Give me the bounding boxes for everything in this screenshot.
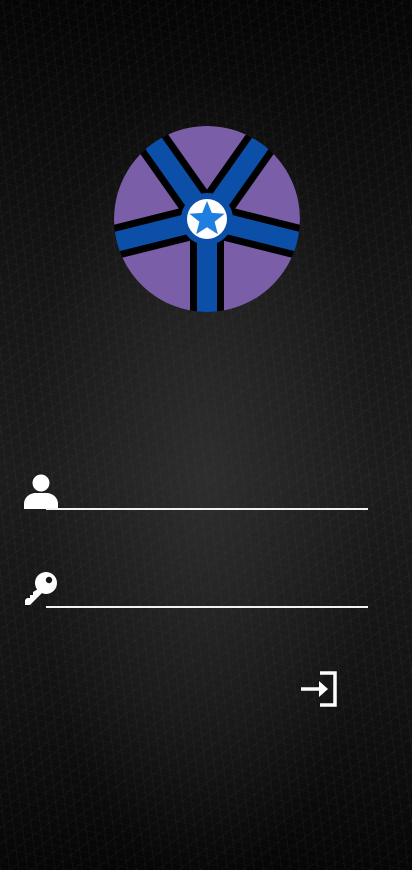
password-field (22, 570, 368, 620)
username-field (22, 472, 368, 522)
login-icon (301, 671, 337, 707)
username-input[interactable] (46, 478, 368, 510)
login-button[interactable] (298, 670, 338, 708)
password-input[interactable] (46, 576, 368, 608)
app-logo (114, 126, 300, 312)
